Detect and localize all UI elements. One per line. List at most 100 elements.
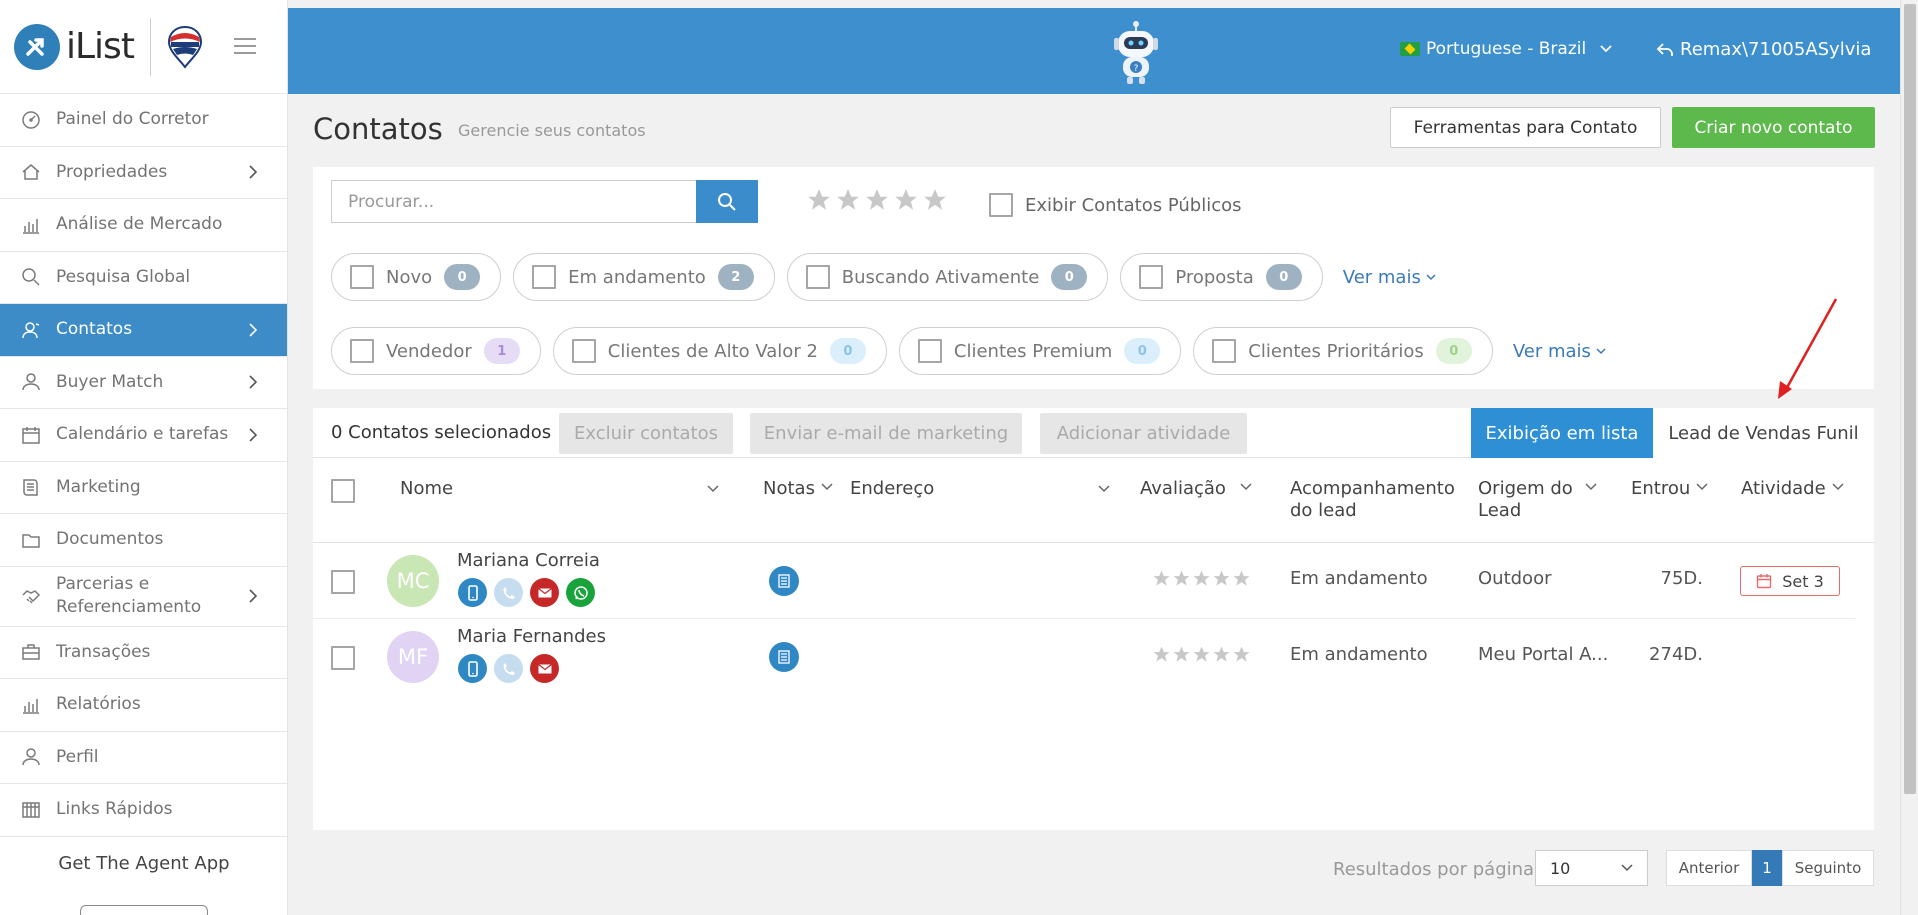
sidebar-item-marketing[interactable]: Marketing xyxy=(0,462,287,514)
star-icon[interactable] xyxy=(922,187,948,213)
table-row[interactable]: MC Mariana Correia Em andamento Outdoor … xyxy=(313,543,1855,619)
mobile-phone-icon[interactable] xyxy=(458,578,487,607)
notes-icon[interactable] xyxy=(769,566,799,596)
filter-pill-alto-valor[interactable]: Clientes de Alto Valor 2 0 xyxy=(552,327,887,375)
sidebar-item-buyer-match[interactable]: Buyer Match xyxy=(0,357,287,409)
results-per-page-select[interactable]: 10 xyxy=(1535,850,1648,886)
filter-pill-buscando[interactable]: Buscando Ativamente 0 xyxy=(786,253,1109,301)
filter-checkbox[interactable] xyxy=(571,339,596,363)
sidebar-item-painel[interactable]: Painel do Corretor xyxy=(0,94,287,147)
public-contacts-toggle[interactable]: Exibir Contatos Públicos xyxy=(989,193,1241,217)
sidebar-item-relatorios[interactable]: Relatórios xyxy=(0,679,287,732)
sales-funnel-view-tab[interactable]: Lead de Vendas Funil xyxy=(1653,408,1874,458)
star-icon[interactable] xyxy=(1212,645,1231,664)
column-header-lead-followup[interactable]: Acompanhamento do lead xyxy=(1290,478,1455,522)
see-more-status-link[interactable]: Ver mais xyxy=(1343,267,1436,288)
next-page-button[interactable]: Seguinto xyxy=(1782,850,1874,886)
contact-name-link[interactable]: Maria Fernandes xyxy=(457,626,606,647)
column-header-address[interactable]: Endereço xyxy=(850,478,934,500)
phone-icon[interactable] xyxy=(494,654,523,683)
sidebar-item-perfil[interactable]: Perfil xyxy=(0,732,287,784)
filter-pill-proposta[interactable]: Proposta 0 xyxy=(1120,253,1323,301)
activity-badge[interactable]: Set 3 xyxy=(1740,566,1840,596)
delete-contacts-button[interactable]: Excluir contatos xyxy=(559,413,733,454)
phone-icon[interactable] xyxy=(494,578,523,607)
star-icon[interactable] xyxy=(1192,645,1211,664)
star-icon[interactable] xyxy=(1232,645,1251,664)
email-icon[interactable] xyxy=(530,654,559,683)
star-icon[interactable] xyxy=(1152,569,1171,588)
contact-tools-button[interactable]: Ferramentas para Contato xyxy=(1390,107,1661,148)
contact-name-link[interactable]: Mariana Correia xyxy=(457,550,600,571)
filter-checkbox[interactable] xyxy=(350,339,374,363)
column-header-name[interactable]: Nome xyxy=(400,478,453,500)
contact-rating[interactable] xyxy=(1152,569,1251,588)
star-icon[interactable] xyxy=(1192,569,1211,588)
sidebar-item-parcerias[interactable]: Parcerias e Referenciamento xyxy=(0,567,287,627)
filter-checkbox[interactable] xyxy=(917,339,942,363)
column-header-entered[interactable]: Entrou xyxy=(1631,478,1708,500)
prev-page-button[interactable]: Anterior xyxy=(1666,850,1752,886)
star-icon[interactable] xyxy=(1152,645,1171,664)
row-checkbox[interactable] xyxy=(331,646,355,670)
ilist-logo-icon[interactable] xyxy=(14,23,60,70)
current-page-button[interactable]: 1 xyxy=(1752,850,1782,886)
rating-filter[interactable] xyxy=(806,187,948,213)
whatsapp-icon[interactable] xyxy=(566,578,595,607)
sidebar-item-propriedades[interactable]: Propriedades xyxy=(0,147,287,199)
column-header-lead-origin[interactable]: Origem do Lead xyxy=(1478,478,1597,522)
sort-chevron-icon[interactable] xyxy=(707,485,719,493)
get-agent-app-link[interactable]: Get The Agent App xyxy=(0,853,288,874)
public-contacts-checkbox[interactable] xyxy=(989,193,1013,217)
sidebar-item-documentos[interactable]: Documentos xyxy=(0,514,287,567)
star-icon[interactable] xyxy=(1212,569,1231,588)
page-scrollbar[interactable] xyxy=(1900,0,1918,915)
scrollbar-thumb[interactable] xyxy=(1904,4,1916,794)
search-button[interactable] xyxy=(696,180,758,223)
filter-pill-premium[interactable]: Clientes Premium 0 xyxy=(898,327,1182,375)
app-store-button[interactable] xyxy=(80,905,208,915)
filter-checkbox[interactable] xyxy=(1212,339,1237,363)
filter-checkbox[interactable] xyxy=(532,265,557,289)
language-selector[interactable]: Portuguese - Brazil xyxy=(1400,39,1612,59)
star-icon[interactable] xyxy=(1232,569,1251,588)
filter-checkbox[interactable] xyxy=(805,265,830,289)
star-icon[interactable] xyxy=(893,187,919,213)
add-activity-button[interactable]: Adicionar atividade xyxy=(1040,413,1247,454)
select-all-checkbox[interactable] xyxy=(331,479,355,503)
email-icon[interactable] xyxy=(530,578,559,607)
notes-icon[interactable] xyxy=(769,642,799,672)
sidebar-item-transacoes[interactable]: Transações xyxy=(0,627,287,679)
contact-rating[interactable] xyxy=(1152,645,1251,664)
mobile-phone-icon[interactable] xyxy=(458,654,487,683)
star-icon[interactable] xyxy=(864,187,890,213)
column-header-notes[interactable]: Notas xyxy=(763,478,833,500)
star-icon[interactable] xyxy=(835,187,861,213)
star-icon[interactable] xyxy=(1172,645,1191,664)
filter-pill-em-andamento[interactable]: Em andamento 2 xyxy=(513,253,775,301)
sidebar-item-pesquisa[interactable]: Pesquisa Global xyxy=(0,252,287,304)
star-icon[interactable] xyxy=(806,187,832,213)
search-input[interactable] xyxy=(331,180,698,223)
see-more-tags-link[interactable]: Ver mais xyxy=(1513,341,1606,362)
star-icon[interactable] xyxy=(1172,569,1191,588)
filter-pill-vendedor[interactable]: Vendedor 1 xyxy=(331,327,541,375)
table-row[interactable]: MF Maria Fernandes Em andamento Meu Port… xyxy=(313,619,1855,695)
create-contact-button[interactable]: Criar novo contato xyxy=(1672,107,1875,148)
robot-assistant-icon[interactable]: ? xyxy=(1106,20,1166,86)
column-header-activity[interactable]: Atividade xyxy=(1741,478,1844,500)
filter-checkbox[interactable] xyxy=(1139,265,1164,289)
user-account-link[interactable]: Remax\71005ASylvia xyxy=(1656,39,1871,60)
send-marketing-email-button[interactable]: Enviar e-mail de marketing xyxy=(750,413,1022,454)
list-view-tab[interactable]: Exibição em lista xyxy=(1471,408,1653,458)
sort-chevron-icon[interactable] xyxy=(1098,485,1110,493)
sidebar-item-analise[interactable]: Análise de Mercado xyxy=(0,199,287,252)
column-header-rating[interactable]: Avaliação xyxy=(1140,478,1252,500)
filter-pill-prioritarios[interactable]: Clientes Prioritários 0 xyxy=(1193,327,1493,375)
sidebar-item-links[interactable]: Links Rápidos xyxy=(0,784,287,837)
sidebar-item-calendario[interactable]: Calendário e tarefas xyxy=(0,409,287,462)
hamburger-menu-icon[interactable] xyxy=(234,37,256,55)
filter-checkbox[interactable] xyxy=(350,265,374,289)
row-checkbox[interactable] xyxy=(331,570,355,594)
sidebar-item-contatos[interactable]: Contatos xyxy=(0,304,287,357)
